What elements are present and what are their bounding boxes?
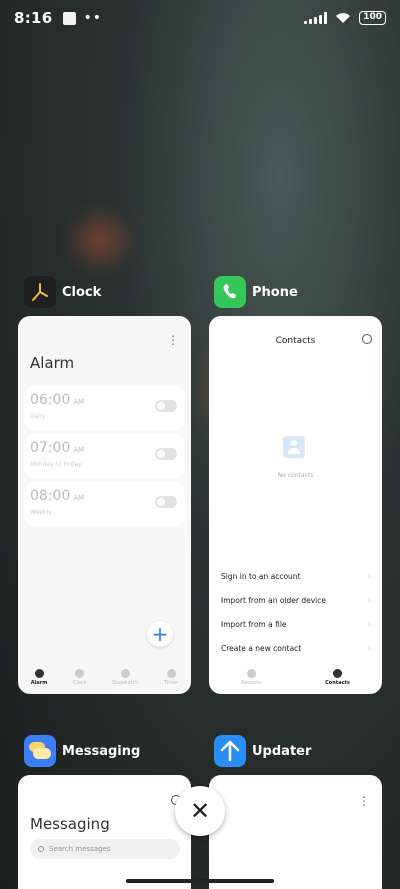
tab-contacts: Contacts bbox=[325, 664, 350, 694]
recent-card-clock[interactable]: ⋮ Alarm 06:00 AM Daily 07:00 AM Monday to … bbox=[18, 316, 191, 694]
messaging-app-icon bbox=[24, 735, 56, 767]
chevron-right-icon: › bbox=[368, 644, 371, 653]
more-notifications-icon: •• bbox=[83, 10, 103, 26]
messaging-title: Messaging bbox=[30, 815, 110, 833]
app-header-messaging[interactable]: Messaging bbox=[24, 735, 140, 767]
app-name-phone: Phone bbox=[252, 284, 298, 300]
chevron-right-icon: › bbox=[368, 596, 371, 605]
contacts-title: Contacts bbox=[275, 336, 316, 346]
alarm-toggle bbox=[155, 400, 177, 412]
chevron-right-icon: › bbox=[368, 572, 371, 581]
app-name-updater: Updater bbox=[252, 743, 312, 759]
signal-icon bbox=[304, 12, 328, 24]
settings-gear-icon bbox=[362, 334, 372, 344]
more-icon: ⋮ bbox=[358, 794, 370, 808]
status-bar: 8:16 •• 100 bbox=[0, 0, 400, 36]
more-icon: ⋮ bbox=[167, 333, 179, 347]
phone-tab-bar: Recents Contacts bbox=[209, 664, 382, 694]
wallpaper-glow bbox=[60, 210, 140, 270]
app-name-clock: Clock bbox=[62, 284, 102, 300]
tab-alarm: Alarm bbox=[31, 664, 47, 694]
option-create-contact: Create a new contact › bbox=[221, 644, 371, 653]
clock-tab-bar: Alarm Clock Stopwatch Timer bbox=[18, 664, 191, 694]
updater-app-icon bbox=[214, 735, 246, 767]
recent-card-messaging[interactable]: Messaging Search messages bbox=[18, 775, 191, 889]
tab-timer: Timer bbox=[164, 664, 178, 694]
search-messages-field: Search messages bbox=[30, 839, 180, 859]
recent-card-updater[interactable]: ⋮ bbox=[209, 775, 382, 889]
empty-contacts-text: No contacts bbox=[277, 472, 314, 479]
alarm-title: Alarm bbox=[30, 354, 75, 372]
alarm-toggle bbox=[155, 448, 177, 460]
chevron-right-icon: › bbox=[368, 620, 371, 629]
clear-all-button[interactable]: ✕ bbox=[175, 786, 225, 836]
app-header-phone[interactable]: Phone bbox=[214, 276, 298, 308]
empty-contacts-icon bbox=[283, 436, 305, 458]
phone-app-icon bbox=[214, 276, 246, 308]
option-import-file: Import from a file › bbox=[221, 620, 371, 629]
notification-icon bbox=[62, 11, 76, 25]
app-header-clock[interactable]: Clock bbox=[24, 276, 101, 308]
search-icon bbox=[38, 846, 44, 852]
alarm-item: 06:00 AM Daily bbox=[24, 386, 185, 430]
alarm-toggle bbox=[155, 496, 177, 508]
tab-clock: Clock bbox=[73, 664, 87, 694]
tab-recents: Recents bbox=[241, 664, 261, 694]
clock-app-icon bbox=[24, 276, 56, 308]
recent-card-phone[interactable]: Contacts No contacts Sign in to an accou… bbox=[209, 316, 382, 694]
alarm-item: 07:00 AM Monday to Friday bbox=[24, 434, 185, 478]
app-header-updater[interactable]: Updater bbox=[214, 735, 311, 767]
wifi-icon bbox=[336, 13, 351, 23]
option-import-device: Import from an older device › bbox=[221, 596, 371, 605]
app-name-messaging: Messaging bbox=[62, 743, 141, 759]
add-alarm-button: + bbox=[147, 621, 173, 647]
option-sign-in: Sign in to an account › bbox=[221, 572, 371, 581]
home-indicator[interactable] bbox=[126, 879, 274, 883]
tab-stopwatch: Stopwatch bbox=[112, 664, 138, 694]
status-time: 8:16 bbox=[14, 9, 53, 27]
battery-icon: 100 bbox=[359, 11, 386, 25]
alarm-item: 08:00 AM Weekly bbox=[24, 482, 185, 526]
